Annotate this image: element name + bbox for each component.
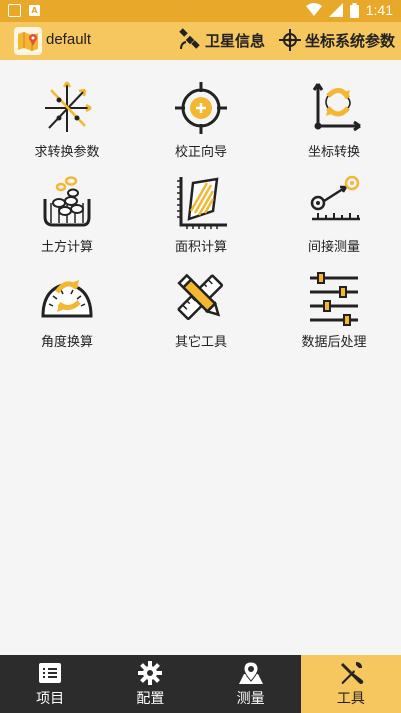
tool-label: 数据后处理 — [301, 335, 367, 350]
tools-icon — [340, 662, 364, 684]
tool-label: 求转换参数 — [34, 145, 100, 160]
status-bar: A 1:41 — [0, 0, 401, 22]
project-title: default — [46, 31, 92, 48]
tool-transform-params[interactable]: 求转换参数 — [0, 78, 134, 173]
nav-label: 测量 — [236, 691, 265, 707]
area-icon — [177, 177, 227, 229]
tool-data-postprocess[interactable]: 数据后处理 — [267, 268, 401, 363]
app-bar: default 卫星信息 坐标系统参数 — [0, 22, 401, 60]
tool-label: 校正向导 — [174, 145, 227, 160]
ruler-pencil-icon — [177, 273, 224, 321]
satellite-icon — [179, 28, 200, 50]
coordinate-convert-icon — [312, 83, 361, 132]
app-badge-icon: A — [29, 5, 40, 16]
tool-earthwork[interactable]: 土方计算 — [0, 173, 134, 268]
coordinate-params-label: 坐标系统参数 — [305, 31, 396, 50]
tool-label: 土方计算 — [40, 240, 93, 255]
tool-indirect-measure[interactable]: 间接测量 — [267, 173, 401, 268]
tool-angle-convert[interactable]: 角度换算 — [0, 268, 134, 363]
signal-icon — [328, 3, 343, 17]
coordinate-icon — [279, 29, 301, 51]
tool-label: 间接测量 — [307, 240, 360, 255]
wifi-icon — [305, 3, 322, 16]
clock: 1:41 — [365, 2, 393, 18]
nav-project[interactable]: 项目 — [0, 655, 100, 713]
sliders-icon — [310, 272, 358, 326]
gear-icon — [138, 661, 163, 685]
angle-convert-icon — [41, 280, 93, 318]
map-pin-icon — [238, 661, 263, 684]
nav-measure[interactable]: 测量 — [201, 655, 301, 713]
nav-label: 配置 — [136, 691, 165, 707]
tool-label: 其它工具 — [174, 335, 227, 350]
nav-config[interactable]: 配置 — [100, 655, 200, 713]
tool-calibration-wizard[interactable]: 校正向导 — [134, 78, 268, 173]
indirect-measure-icon — [310, 175, 360, 221]
tool-label: 坐标转换 — [307, 145, 360, 160]
coordinate-params-button[interactable]: 坐标系统参数 — [278, 28, 395, 52]
earthwork-icon — [43, 176, 91, 227]
tool-area[interactable]: 面积计算 — [134, 173, 268, 268]
tool-label: 角度换算 — [40, 335, 93, 350]
satellite-info-button[interactable]: 卫星信息 — [178, 28, 265, 52]
tool-coordinate-convert[interactable]: 坐标转换 — [267, 78, 401, 173]
nav-label: 项目 — [36, 691, 65, 707]
tool-other[interactable]: 其它工具 — [134, 268, 268, 363]
app-logo — [14, 27, 42, 55]
bottom-nav: 项目 配置 测量 工具 — [0, 655, 401, 713]
satellite-info-label: 卫星信息 — [205, 31, 266, 50]
project-icon — [39, 663, 62, 683]
crosshair-icon — [175, 82, 227, 134]
transform-axes-icon — [45, 81, 92, 132]
tool-label: 面积计算 — [174, 240, 227, 255]
nav-tools[interactable]: 工具 — [300, 655, 401, 713]
nav-label: 工具 — [336, 691, 365, 707]
notification-icon — [8, 4, 21, 17]
battery-icon — [349, 2, 359, 18]
